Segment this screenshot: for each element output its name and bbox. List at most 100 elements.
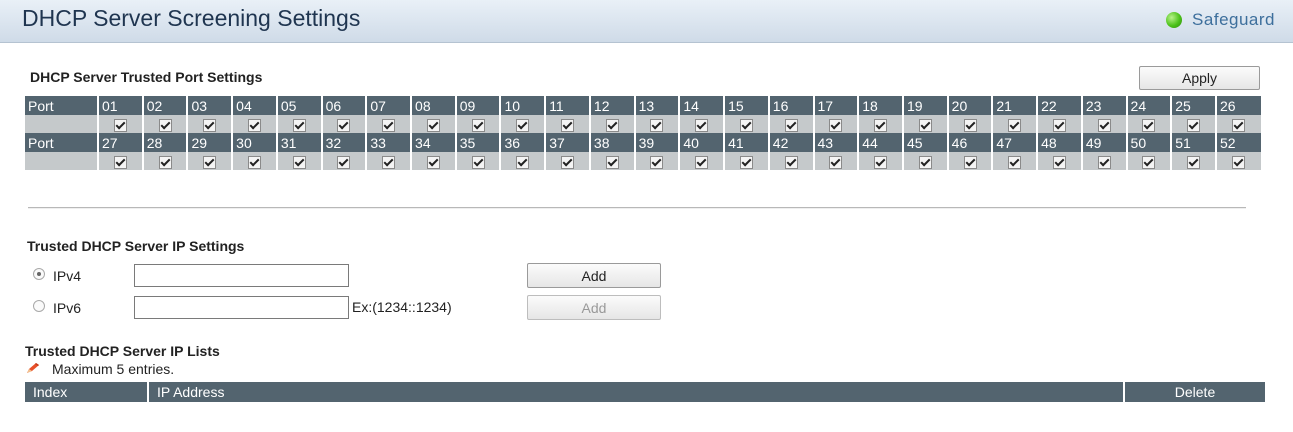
port-number-24: 24 bbox=[1126, 96, 1173, 115]
safeguard-label: Safeguard bbox=[1192, 10, 1275, 29]
port-17-trusted-checkbox[interactable] bbox=[829, 118, 843, 132]
port-20-trusted-checkbox[interactable] bbox=[963, 118, 977, 132]
ipv6-add-button[interactable]: Add bbox=[527, 295, 661, 320]
port-14-trusted-checkbox[interactable] bbox=[695, 118, 709, 132]
port-34-trusted-checkbox[interactable] bbox=[426, 155, 440, 169]
port-31-trusted-checkbox[interactable] bbox=[292, 155, 306, 169]
port-checkbox-cell-34 bbox=[411, 152, 457, 170]
port-number-38: 38 bbox=[589, 133, 636, 152]
port-number-47: 47 bbox=[992, 133, 1039, 152]
port-number-15: 15 bbox=[724, 96, 770, 115]
port-07-trusted-checkbox[interactable] bbox=[382, 118, 396, 132]
port-21-trusted-checkbox[interactable] bbox=[1008, 118, 1022, 132]
port-47-trusted-checkbox[interactable] bbox=[1008, 155, 1022, 169]
port-number-51: 51 bbox=[1171, 133, 1217, 152]
port-48-trusted-checkbox[interactable] bbox=[1052, 155, 1066, 169]
port-43-trusted-checkbox[interactable] bbox=[829, 155, 843, 169]
port-52-trusted-checkbox[interactable] bbox=[1232, 155, 1246, 169]
port-18-trusted-checkbox[interactable] bbox=[874, 118, 888, 132]
port-10-trusted-checkbox[interactable] bbox=[516, 118, 530, 132]
port-number-14: 14 bbox=[679, 96, 726, 115]
port-checkbox-cell-43 bbox=[813, 152, 860, 170]
port-number-03: 03 bbox=[187, 96, 234, 115]
port-number-16: 16 bbox=[768, 96, 815, 115]
port-08-trusted-checkbox[interactable] bbox=[426, 118, 440, 132]
ipv4-add-button[interactable]: Add bbox=[527, 263, 661, 288]
port-checkbox-cell-27 bbox=[98, 152, 144, 170]
safeguard-indicator: Safeguard bbox=[1166, 10, 1275, 30]
trusted-port-table: Port 01 02 03 04 05 06 07 08 09 10 11 12 13 14 15 16 17 18… bbox=[25, 96, 1261, 170]
port-row-label: Port bbox=[25, 96, 99, 115]
port-16-trusted-checkbox[interactable] bbox=[784, 118, 798, 132]
port-number-06: 06 bbox=[321, 96, 368, 115]
port-39-trusted-checkbox[interactable] bbox=[650, 155, 664, 169]
port-50-trusted-checkbox[interactable] bbox=[1142, 155, 1156, 169]
port-32-trusted-checkbox[interactable] bbox=[337, 155, 351, 169]
port-45-trusted-checkbox[interactable] bbox=[918, 155, 932, 169]
port-number-44: 44 bbox=[858, 133, 904, 152]
port-number-36: 36 bbox=[500, 133, 547, 152]
port-41-trusted-checkbox[interactable] bbox=[739, 155, 753, 169]
port-checkbox-cell-13 bbox=[634, 115, 681, 133]
port-checkbox-cell-50 bbox=[1126, 152, 1173, 170]
port-02-trusted-checkbox[interactable] bbox=[158, 118, 172, 132]
ipv4-radio[interactable] bbox=[33, 268, 45, 280]
ipv6-address-input[interactable] bbox=[134, 296, 349, 319]
port-number-49: 49 bbox=[1081, 133, 1128, 152]
port-15-trusted-checkbox[interactable] bbox=[739, 118, 753, 132]
port-number-26: 26 bbox=[1215, 96, 1261, 115]
port-number-20: 20 bbox=[947, 96, 994, 115]
port-03-trusted-checkbox[interactable] bbox=[203, 118, 217, 132]
pencil-icon bbox=[27, 363, 39, 373]
port-number-11: 11 bbox=[545, 96, 591, 115]
port-number-29: 29 bbox=[187, 133, 234, 152]
port-26-trusted-checkbox[interactable] bbox=[1232, 118, 1246, 132]
port-42-trusted-checkbox[interactable] bbox=[784, 155, 798, 169]
port-number-19: 19 bbox=[902, 96, 949, 115]
port-44-trusted-checkbox[interactable] bbox=[874, 155, 888, 169]
port-49-trusted-checkbox[interactable] bbox=[1097, 155, 1111, 169]
port-checkbox-row-spacer bbox=[25, 152, 99, 170]
ip-list-table: Index IP Address Delete bbox=[25, 382, 1265, 402]
port-01-trusted-checkbox[interactable] bbox=[113, 118, 127, 132]
port-row-label: Port bbox=[25, 133, 99, 152]
port-37-trusted-checkbox[interactable] bbox=[561, 155, 575, 169]
port-checkbox-cell-18 bbox=[858, 115, 904, 133]
port-number-30: 30 bbox=[232, 133, 278, 152]
port-04-trusted-checkbox[interactable] bbox=[248, 118, 262, 132]
port-46-trusted-checkbox[interactable] bbox=[963, 155, 977, 169]
port-checkbox-cell-19 bbox=[902, 115, 949, 133]
port-35-trusted-checkbox[interactable] bbox=[471, 155, 485, 169]
port-28-trusted-checkbox[interactable] bbox=[158, 155, 172, 169]
port-number-37: 37 bbox=[545, 133, 591, 152]
apply-button[interactable]: Apply bbox=[1139, 66, 1260, 90]
port-22-trusted-checkbox[interactable] bbox=[1052, 118, 1066, 132]
port-29-trusted-checkbox[interactable] bbox=[203, 155, 217, 169]
port-40-trusted-checkbox[interactable] bbox=[695, 155, 709, 169]
port-checkbox-cell-23 bbox=[1081, 115, 1128, 133]
ipv6-radio[interactable] bbox=[33, 300, 45, 312]
port-51-trusted-checkbox[interactable] bbox=[1187, 155, 1201, 169]
port-number-34: 34 bbox=[411, 133, 457, 152]
port-number-39: 39 bbox=[634, 133, 681, 152]
port-05-trusted-checkbox[interactable] bbox=[292, 118, 306, 132]
port-13-trusted-checkbox[interactable] bbox=[650, 118, 664, 132]
port-36-trusted-checkbox[interactable] bbox=[516, 155, 530, 169]
port-06-trusted-checkbox[interactable] bbox=[337, 118, 351, 132]
port-11-trusted-checkbox[interactable] bbox=[561, 118, 575, 132]
port-checkbox-cell-45 bbox=[902, 152, 949, 170]
safeguard-status-icon bbox=[1166, 12, 1183, 28]
port-30-trusted-checkbox[interactable] bbox=[248, 155, 262, 169]
port-33-trusted-checkbox[interactable] bbox=[382, 155, 396, 169]
port-12-trusted-checkbox[interactable] bbox=[605, 118, 619, 132]
port-19-trusted-checkbox[interactable] bbox=[918, 118, 932, 132]
port-09-trusted-checkbox[interactable] bbox=[471, 118, 485, 132]
port-23-trusted-checkbox[interactable] bbox=[1097, 118, 1111, 132]
port-25-trusted-checkbox[interactable] bbox=[1187, 118, 1201, 132]
port-38-trusted-checkbox[interactable] bbox=[605, 155, 619, 169]
port-number-row: Port 27 28 29 30 31 32 33 34 35 36 37 38 39 40 41 42 43 44… bbox=[25, 133, 1261, 152]
port-27-trusted-checkbox[interactable] bbox=[113, 155, 127, 169]
port-24-trusted-checkbox[interactable] bbox=[1142, 118, 1156, 132]
port-number-07: 07 bbox=[366, 96, 413, 115]
ipv4-address-input[interactable] bbox=[134, 264, 349, 287]
